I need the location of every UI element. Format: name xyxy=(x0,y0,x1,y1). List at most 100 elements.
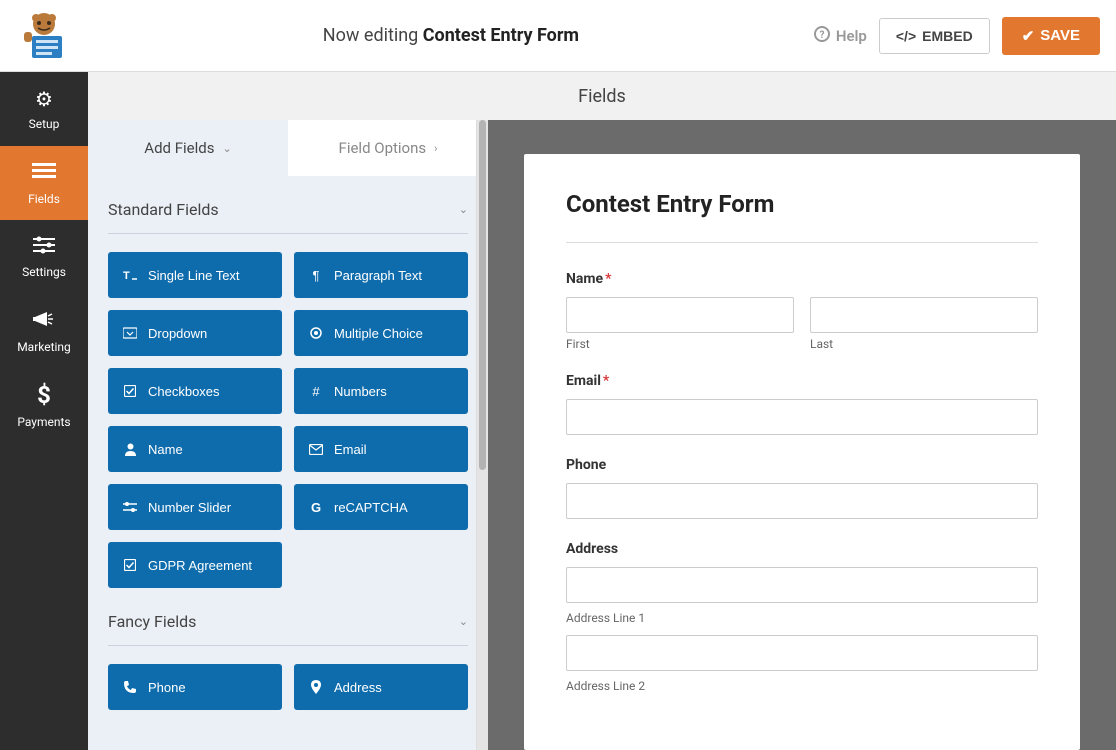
embed-button[interactable]: </> EMBED xyxy=(879,18,990,54)
main: ⚙ Setup Fields Settings Marketing $ Paym… xyxy=(0,72,1116,750)
group-fancy-fields[interactable]: Fancy Fields ⌄ xyxy=(108,588,468,646)
editing-title: Now editing Contest Entry Form xyxy=(88,25,814,46)
sidenav-label: Settings xyxy=(22,265,66,279)
last-name-subfield: Last xyxy=(810,297,1038,351)
wpforms-logo-icon xyxy=(18,10,70,62)
radio-icon xyxy=(308,327,324,339)
hash-icon: # xyxy=(308,384,324,399)
tab-field-options[interactable]: Field Options › xyxy=(288,120,488,176)
field-label: Phone xyxy=(148,680,186,695)
chevron-down-icon: ⌄ xyxy=(459,615,468,628)
check-square-icon xyxy=(122,559,138,571)
tab-add-fields[interactable]: Add Fields ⌄ xyxy=(88,120,288,176)
sidenav-item-setup[interactable]: ⚙ Setup xyxy=(0,72,88,146)
sublabel: Address Line 1 xyxy=(566,611,1038,625)
field-paragraph-text[interactable]: ¶ Paragraph Text xyxy=(294,252,468,298)
section-title: Fields xyxy=(88,72,1116,120)
sublabel: First xyxy=(566,337,794,351)
sidenav-label: Payments xyxy=(17,415,70,429)
scrollbar[interactable] xyxy=(476,120,488,750)
checkbox-icon xyxy=(122,385,138,397)
save-button[interactable]: ✔ SAVE xyxy=(1002,17,1100,55)
panel-body: Standard Fields ⌄ T Single Line Text ¶ Par… xyxy=(88,176,488,750)
form-title: Contest Entry Form xyxy=(566,190,1038,243)
field-email[interactable]: Email xyxy=(294,426,468,472)
field-label: Name xyxy=(148,442,183,457)
address-line1-input[interactable] xyxy=(566,567,1038,603)
scrollbar-thumb[interactable] xyxy=(479,120,486,470)
sidenav-label: Setup xyxy=(29,117,60,131)
label-text: Email xyxy=(566,373,601,389)
field-label: Email* xyxy=(566,373,1038,389)
top-actions: ? Help </> EMBED ✔ SAVE xyxy=(814,17,1100,55)
first-name-input[interactable] xyxy=(566,297,794,333)
content: Fields Add Fields ⌄ Field Options › St xyxy=(88,72,1116,750)
field-label: Address xyxy=(334,680,382,695)
field-label: Numbers xyxy=(334,384,387,399)
name-subfields: First Last xyxy=(566,297,1038,351)
list-icon xyxy=(32,161,56,186)
sidenav-item-payments[interactable]: $ Payments xyxy=(0,368,88,442)
field-gdpr-agreement[interactable]: GDPR Agreement xyxy=(108,542,282,588)
field-phone[interactable]: Phone xyxy=(108,664,282,710)
field-label: Number Slider xyxy=(148,500,231,515)
group-label: Standard Fields xyxy=(108,200,219,219)
field-checkboxes[interactable]: Checkboxes xyxy=(108,368,282,414)
email-input[interactable] xyxy=(566,399,1038,435)
field-label: reCAPTCHA xyxy=(334,500,408,515)
sidenav-item-marketing[interactable]: Marketing xyxy=(0,294,88,368)
help-link[interactable]: ? Help xyxy=(814,26,867,46)
person-icon xyxy=(122,443,138,456)
now-editing-label: Now editing xyxy=(323,25,418,46)
sidenav-item-settings[interactable]: Settings xyxy=(0,220,88,294)
sidenav-label: Marketing xyxy=(17,340,71,354)
group-standard-fields[interactable]: Standard Fields ⌄ xyxy=(108,176,468,234)
sidenav-item-fields[interactable]: Fields xyxy=(0,146,88,220)
field-dropdown[interactable]: Dropdown xyxy=(108,310,282,356)
dropdown-icon xyxy=(122,327,138,339)
chevron-right-icon: › xyxy=(434,142,437,155)
bullhorn-icon xyxy=(33,309,55,334)
label-text: Name xyxy=(566,271,603,287)
single-line-text-icon: T xyxy=(122,269,138,281)
field-label: GDPR Agreement xyxy=(148,558,252,573)
field-name[interactable]: Name xyxy=(108,426,282,472)
field-numbers[interactable]: # Numbers xyxy=(294,368,468,414)
sublabel: Address Line 2 xyxy=(566,679,1038,693)
form-name: Contest Entry Form xyxy=(423,25,579,46)
form-field-email[interactable]: Email* xyxy=(566,373,1038,435)
sidenav-label: Fields xyxy=(28,192,60,206)
columns: Add Fields ⌄ Field Options › Standard Fi… xyxy=(88,120,1116,750)
field-label: Checkboxes xyxy=(148,384,220,399)
check-icon: ✔ xyxy=(1022,27,1035,45)
form-field-name[interactable]: Name* First Last xyxy=(566,271,1038,351)
sliders-icon xyxy=(122,501,138,513)
form-field-address[interactable]: Address Address Line 1 Address Line 2 xyxy=(566,541,1038,693)
field-single-line-text[interactable]: T Single Line Text xyxy=(108,252,282,298)
field-label: Address xyxy=(566,541,1038,557)
gear-icon: ⚙ xyxy=(35,87,53,111)
field-recaptcha[interactable]: GreCAPTCHA xyxy=(294,484,468,530)
paragraph-icon: ¶ xyxy=(308,268,324,283)
field-number-slider[interactable]: Number Slider xyxy=(108,484,282,530)
code-icon: </> xyxy=(896,28,916,44)
field-label: Single Line Text xyxy=(148,268,240,283)
required-indicator: * xyxy=(603,373,609,389)
help-label: Help xyxy=(836,27,867,45)
field-label: Multiple Choice xyxy=(334,326,423,341)
form-field-phone[interactable]: Phone xyxy=(566,457,1038,519)
envelope-icon xyxy=(308,444,324,455)
phone-input[interactable] xyxy=(566,483,1038,519)
field-multiple-choice[interactable]: Multiple Choice xyxy=(294,310,468,356)
last-name-input[interactable] xyxy=(810,297,1038,333)
field-palette: Add Fields ⌄ Field Options › Standard Fi… xyxy=(88,120,488,750)
standard-fields-grid: T Single Line Text ¶ Paragraph Text Dropdo… xyxy=(108,252,468,588)
field-label: Paragraph Text xyxy=(334,268,422,283)
map-pin-icon xyxy=(308,680,324,694)
chevron-down-icon: ⌄ xyxy=(222,142,231,155)
sidenav: ⚙ Setup Fields Settings Marketing $ Paym… xyxy=(0,72,88,750)
field-address[interactable]: Address xyxy=(294,664,468,710)
address-line2-input[interactable] xyxy=(566,635,1038,671)
panel-tabs: Add Fields ⌄ Field Options › xyxy=(88,120,488,176)
sublabel: Last xyxy=(810,337,1038,351)
